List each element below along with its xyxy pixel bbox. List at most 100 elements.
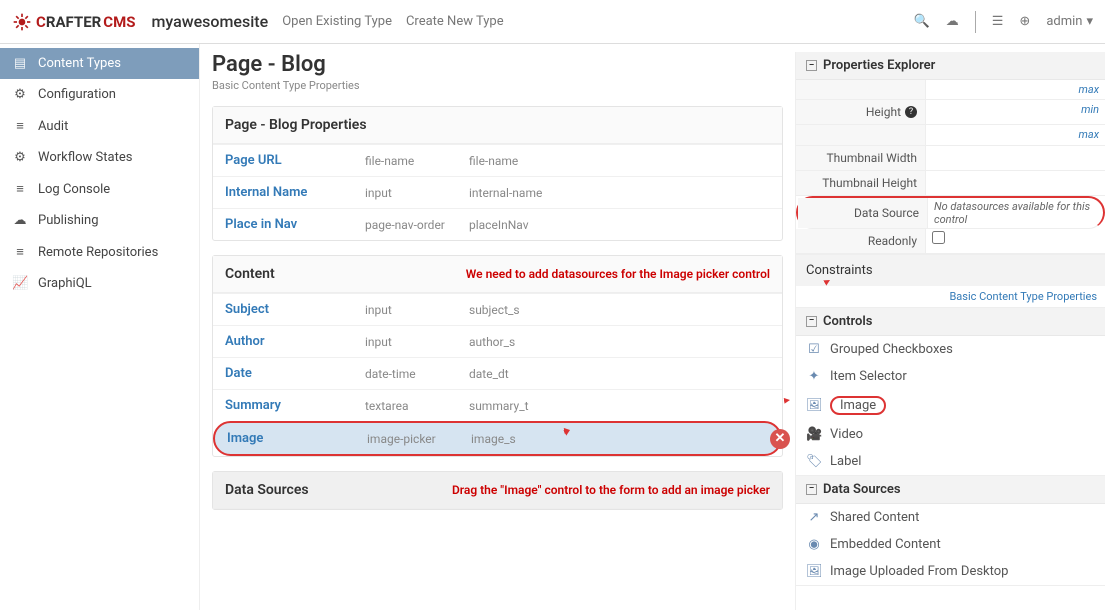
controls-heading[interactable]: − Controls xyxy=(796,308,1105,336)
collapse-icon[interactable]: − xyxy=(806,484,817,495)
delete-row-button[interactable]: ✕ xyxy=(770,429,790,449)
property-label: Subject xyxy=(225,302,365,317)
sidebar-item-publishing[interactable]: ☁ Publishing xyxy=(0,205,199,236)
properties-explorer-section: − Properties Explorer max Height ? xyxy=(796,52,1105,308)
control-label: Video xyxy=(830,427,863,442)
ds-embedded-content[interactable]: ◉ Embedded Content xyxy=(796,531,1105,558)
readonly-checkbox[interactable] xyxy=(932,231,945,244)
property-control: input xyxy=(365,335,469,349)
property-control: input xyxy=(365,186,469,200)
pe-input[interactable] xyxy=(926,171,1105,195)
control-label: Image xyxy=(830,396,886,415)
search-icon[interactable]: 🔍 xyxy=(914,14,930,29)
sidebar-item-log-console[interactable]: ≡ Log Console xyxy=(0,173,199,205)
ds-shared-content[interactable]: ↗ Shared Content xyxy=(796,504,1105,531)
section-title: Properties Explorer xyxy=(823,58,935,73)
property-row[interactable]: Place in Nav page-nav-order placeInNav xyxy=(213,208,782,240)
ds-label: Image Uploaded From Desktop xyxy=(830,564,1008,579)
sidebar: ▤ Content Types ⚙ Configuration ≡ Audit … xyxy=(0,44,200,610)
panel-data-sources: Data Sources Drag the "Image" control to… xyxy=(212,471,783,510)
pe-label: Height ? xyxy=(796,100,926,124)
control-label[interactable]: 🏷 Label xyxy=(796,448,1105,475)
property-var: placeInNav xyxy=(469,218,529,232)
sidebar-item-graphiql[interactable]: 📈 GraphiQL xyxy=(0,268,199,299)
property-row[interactable]: Summary textarea summary_t xyxy=(213,389,782,421)
property-control: page-nav-order xyxy=(365,218,469,232)
annotation-drag-image: Drag the "Image" control to the form to … xyxy=(452,483,770,497)
property-var: file-name xyxy=(469,154,518,168)
control-image[interactable]: 🖼 Image xyxy=(796,390,1105,421)
pe-label xyxy=(796,125,926,144)
property-row[interactable]: Page URL file-name file-name xyxy=(213,144,782,176)
sidebar-item-configuration[interactable]: ⚙ Configuration xyxy=(0,79,199,110)
annotation-datasources: We need to add datasources for the Image… xyxy=(466,267,770,281)
sidebar-item-audit[interactable]: ≡ Audit xyxy=(0,110,199,142)
checkbox-icon: ☑ xyxy=(806,342,822,357)
pe-hint[interactable]: max xyxy=(926,80,1105,99)
pe-row-height: Height ? min xyxy=(796,100,1105,125)
sidebar-item-label: GraphiQL xyxy=(38,276,92,291)
list-icon: ▤ xyxy=(12,56,28,71)
ds-image-uploaded-desktop[interactable]: 🖼 Image Uploaded From Desktop xyxy=(796,558,1105,585)
basic-content-type-link[interactable]: Basic Content Type Properties xyxy=(796,286,1105,307)
ds-label: Embedded Content xyxy=(830,537,941,552)
chart-icon: 📈 xyxy=(12,276,28,291)
collapse-icon[interactable]: − xyxy=(806,316,817,327)
nav-create-new[interactable]: Create New Type xyxy=(406,14,504,29)
property-label: Author xyxy=(225,334,365,349)
property-row[interactable]: Date date-time date_dt xyxy=(213,357,782,389)
data-sources-heading[interactable]: − Data Sources xyxy=(796,476,1105,504)
property-control: date-time xyxy=(365,367,469,381)
property-var: summary_t xyxy=(469,399,529,413)
property-row[interactable]: Internal Name input internal-name xyxy=(213,176,782,208)
property-row[interactable]: Subject input subject_s xyxy=(213,293,782,325)
menu-icon[interactable]: ☰ xyxy=(992,14,1004,29)
collapse-icon[interactable]: − xyxy=(806,60,817,71)
pe-label xyxy=(796,80,926,99)
pe-hint[interactable]: min xyxy=(926,100,1105,124)
control-video[interactable]: 🎥 Video xyxy=(796,421,1105,448)
sidebar-item-content-types[interactable]: ▤ Content Types xyxy=(0,48,199,79)
gear-icon: ⚙ xyxy=(12,150,28,165)
property-var: author_s xyxy=(469,335,515,349)
property-label: Page URL xyxy=(225,153,365,168)
globe-icon[interactable]: ⊕ xyxy=(1019,14,1030,29)
panel-heading-text: Content xyxy=(225,266,275,282)
property-control: textarea xyxy=(365,399,469,413)
panel-page-blog-properties: Page - Blog Properties Page URL file-nam… xyxy=(212,106,783,241)
page-title: Page - Blog xyxy=(212,52,783,77)
controls-section: − Controls ☑ Grouped Checkboxes ✦ Item S… xyxy=(796,308,1105,476)
pe-row-readonly: Readonly xyxy=(796,229,1105,254)
pe-input[interactable] xyxy=(926,146,1105,170)
constraints-heading[interactable]: Constraints xyxy=(796,254,1105,286)
property-row[interactable]: Author input author_s xyxy=(213,325,782,357)
sidebar-item-remote-repositories[interactable]: ≡ Remote Repositories xyxy=(0,236,199,268)
selector-icon: ✦ xyxy=(806,369,822,384)
control-grouped-checkboxes[interactable]: ☑ Grouped Checkboxes xyxy=(796,336,1105,363)
tag-icon: 🏷 xyxy=(806,454,822,469)
pe-hint[interactable]: max xyxy=(926,125,1105,144)
data-sources-section: − Data Sources ↗ Shared Content ◉ Embedd… xyxy=(796,476,1105,586)
control-item-selector[interactable]: ✦ Item Selector xyxy=(796,363,1105,390)
sidebar-item-workflow-states[interactable]: ⚙ Workflow States xyxy=(0,142,199,173)
admin-menu[interactable]: admin ▾ xyxy=(1046,14,1093,29)
section-title: Data Sources xyxy=(823,482,901,497)
property-label: Place in Nav xyxy=(225,217,365,232)
info-icon[interactable]: ? xyxy=(905,106,917,118)
chevron-down-icon: ▾ xyxy=(1086,14,1093,29)
cloud-icon[interactable]: ☁ xyxy=(946,14,959,29)
image-icon: 🖼 xyxy=(806,398,822,413)
property-control: input xyxy=(365,303,469,317)
pe-row-thumb-height: Thumbnail Height xyxy=(796,171,1105,196)
property-row-image[interactable]: Image image-picker image_s ✕ xyxy=(213,421,782,456)
lines-icon: ≡ xyxy=(12,244,28,260)
panel-heading: Page - Blog Properties xyxy=(213,107,782,144)
right-pane: − Properties Explorer max Height ? xyxy=(795,52,1105,610)
section-title: Controls xyxy=(823,314,872,329)
logo[interactable]: CRAFTERCMS xyxy=(12,12,135,32)
properties-explorer-heading[interactable]: − Properties Explorer xyxy=(796,52,1105,80)
ds-label: Shared Content xyxy=(830,510,919,525)
pe-row: max xyxy=(796,80,1105,100)
nav-right: 🔍 ☁ ☰ ⊕ admin ▾ xyxy=(914,11,1093,33)
nav-open-existing[interactable]: Open Existing Type xyxy=(282,14,392,29)
